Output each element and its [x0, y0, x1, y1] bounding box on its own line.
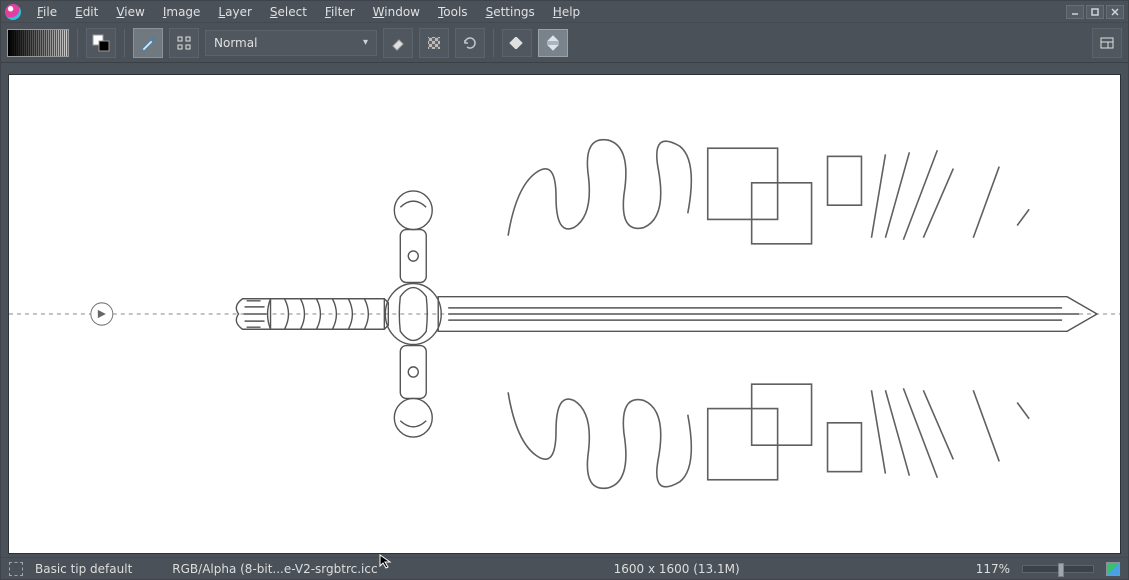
- status-dimensions: 1600 x 1600 (13.1M): [614, 562, 740, 576]
- mirror-horizontal-button[interactable]: [502, 29, 532, 57]
- mirror-vertical-button[interactable]: [538, 29, 568, 57]
- menubar: File Edit View Image Layer Select Filter…: [1, 1, 1128, 23]
- canvas-viewport: [1, 63, 1128, 557]
- zoom-slider[interactable]: [1022, 565, 1094, 573]
- selection-indicator-icon: [9, 562, 23, 576]
- zoom-thumb[interactable]: [1058, 563, 1064, 577]
- eraser-button[interactable]: [383, 28, 413, 58]
- status-colorspace: RGB/Alpha (8-bit...e-V2-srgbtrc.icc: [172, 562, 377, 576]
- minimize-button[interactable]: [1066, 5, 1084, 19]
- gradient-preview[interactable]: [7, 29, 69, 57]
- menu-image[interactable]: Image: [155, 3, 209, 21]
- close-button[interactable]: [1106, 5, 1124, 19]
- menu-file[interactable]: File: [29, 3, 65, 21]
- separator: [77, 29, 78, 57]
- menu-edit[interactable]: Edit: [67, 3, 106, 21]
- window-controls: [1066, 5, 1124, 19]
- alphalock-button[interactable]: [419, 28, 449, 58]
- separator: [124, 29, 125, 57]
- menu-layer[interactable]: Layer: [210, 3, 259, 21]
- menu-help[interactable]: Help: [545, 3, 588, 21]
- menu-tools[interactable]: Tools: [430, 3, 476, 21]
- toolbar: Normal ▾: [1, 23, 1128, 63]
- canvas-rotation-icon[interactable]: [1106, 562, 1120, 576]
- menu-filter[interactable]: Filter: [317, 3, 363, 21]
- status-brush: Basic tip default: [35, 562, 132, 576]
- canvas[interactable]: [9, 75, 1120, 553]
- app-window: File Edit View Image Layer Select Filter…: [0, 0, 1129, 580]
- reload-button[interactable]: [455, 28, 485, 58]
- status-zoom: 117%: [976, 562, 1010, 576]
- workspace-chooser-button[interactable]: [1092, 28, 1122, 58]
- blendmode-label: Normal: [214, 36, 257, 50]
- menu-select[interactable]: Select: [262, 3, 315, 21]
- grid-options-button[interactable]: [169, 28, 199, 58]
- chevron-down-icon: ▾: [363, 37, 368, 48]
- statusbar: Basic tip default RGB/Alpha (8-bit...e-V…: [1, 557, 1128, 579]
- fg-bg-swatch-button[interactable]: [86, 28, 116, 58]
- blendmode-select[interactable]: Normal ▾: [205, 30, 377, 56]
- menu-window[interactable]: Window: [365, 3, 428, 21]
- brush-edit-button[interactable]: [133, 28, 163, 58]
- maximize-button[interactable]: [1086, 5, 1104, 19]
- menu-view[interactable]: View: [108, 3, 152, 21]
- separator: [493, 29, 494, 57]
- menu-settings[interactable]: Settings: [478, 3, 543, 21]
- app-icon: [5, 4, 21, 20]
